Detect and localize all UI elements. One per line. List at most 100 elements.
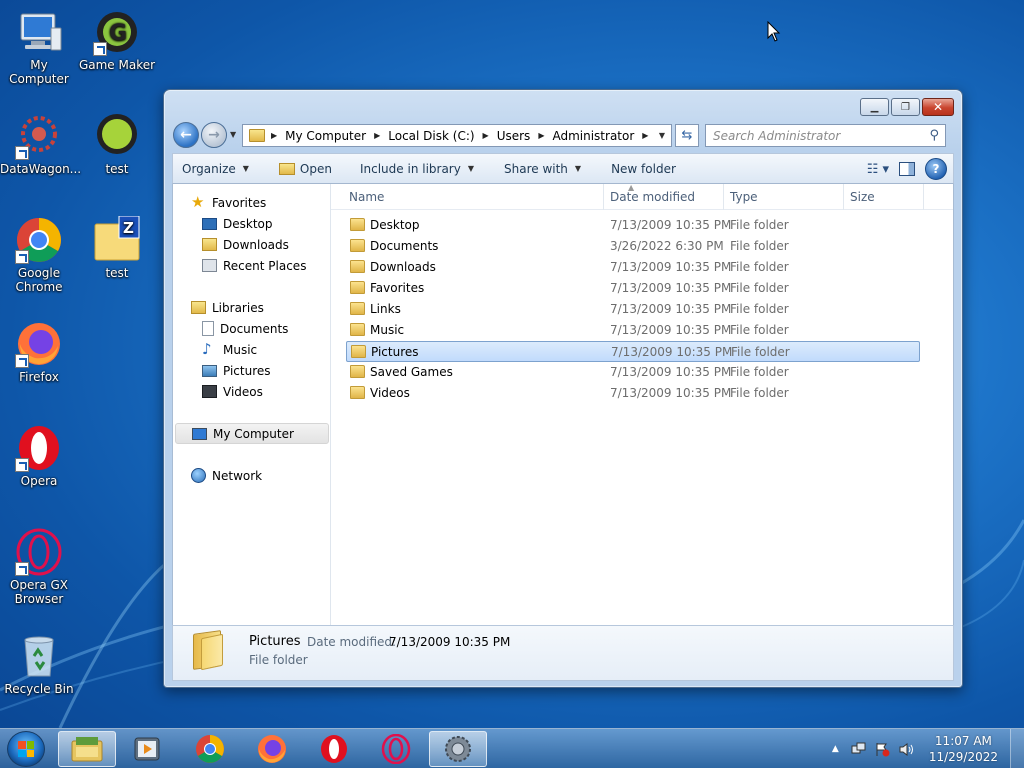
taskbar-media-player[interactable] <box>118 731 176 767</box>
network-icon[interactable] <box>851 742 866 757</box>
file-row[interactable]: Favorites 7/13/2009 10:35 PM File folder <box>346 278 920 299</box>
column-date-modified[interactable]: Date modified <box>610 190 695 204</box>
desktop-icon-game-maker[interactable]: G Game Maker <box>78 8 156 72</box>
breadcrumb-local-disk[interactable]: Local Disk (C:) <box>388 129 474 143</box>
desktop-icon-opera[interactable]: Opera <box>0 424 78 488</box>
desktop-icon-label: Firefox <box>19 370 59 384</box>
opera-gx-icon <box>15 528 63 576</box>
column-divider[interactable] <box>723 184 724 210</box>
desktop-icon-label: Recycle Bin <box>4 682 74 696</box>
new-folder-button[interactable]: New folder <box>611 162 676 176</box>
start-button[interactable] <box>7 731 45 767</box>
address-history-dropdown-icon[interactable]: ▼ <box>659 131 665 140</box>
column-type[interactable]: Type <box>730 190 758 204</box>
file-row[interactable]: Saved Games 7/13/2009 10:35 PM File folder <box>346 362 920 383</box>
nav-videos[interactable]: Videos <box>202 381 263 402</box>
desktop-icon-datawagon[interactable]: DataWagon... <box>0 112 82 176</box>
show-desktop-button[interactable] <box>1010 729 1024 768</box>
back-button[interactable]: ← <box>173 122 199 148</box>
volume-icon[interactable] <box>899 742 914 757</box>
shortcut-arrow-icon <box>15 458 29 472</box>
chevron-down-icon: ▼ <box>242 164 249 173</box>
action-center-flag-icon[interactable] <box>875 742 890 757</box>
nav-pictures[interactable]: Pictures <box>202 360 271 381</box>
breadcrumb-separator-icon[interactable]: ▶ <box>538 131 544 140</box>
taskbar-opera-gx[interactable] <box>367 731 425 767</box>
file-row[interactable]: Desktop 7/13/2009 10:35 PM File folder <box>346 215 920 236</box>
forward-button[interactable]: → <box>201 122 227 148</box>
file-row[interactable]: Pictures 7/13/2009 10:35 PM File folder <box>346 341 920 362</box>
file-type: File folder <box>730 260 789 274</box>
nav-network[interactable]: Network <box>191 465 262 486</box>
media-player-icon <box>134 737 160 761</box>
breadcrumb-users[interactable]: Users <box>497 129 531 143</box>
nav-documents[interactable]: Documents <box>202 318 288 339</box>
explorer-window[interactable]: ▁ ❐ ✕ ← → ▼ ▶ My Computer ▶ Local Disk (… <box>163 89 963 688</box>
nav-my-computer[interactable]: My Computer <box>175 423 329 444</box>
desktop-icon-label: DataWagon... <box>0 162 82 176</box>
search-icon[interactable]: ⚲ <box>929 128 939 143</box>
desktop-icon-test-zip[interactable]: Z test <box>78 215 156 280</box>
file-row[interactable]: Music 7/13/2009 10:35 PM File folder <box>346 320 920 341</box>
nav-recent-places[interactable]: Recent Places <box>202 255 306 276</box>
preview-pane-icon[interactable] <box>899 162 915 176</box>
navigation-bar: ← → ▼ ▶ My Computer ▶ Local Disk (C:) ▶ … <box>172 122 954 148</box>
taskbar-firefox[interactable] <box>243 731 301 767</box>
desktop-icon-test-gamemaker[interactable]: test <box>78 112 156 176</box>
show-hidden-icons-icon[interactable]: ▲ <box>832 744 839 754</box>
desktop-icon-google-chrome[interactable]: Google Chrome <box>0 216 78 294</box>
desktop-icon-opera-gx[interactable]: Opera GX Browser <box>0 528 78 606</box>
breadcrumb-administrator[interactable]: Administrator <box>552 129 634 143</box>
nav-favorites[interactable]: ★ Favorites <box>191 192 266 213</box>
nav-music[interactable]: ♪ Music <box>202 339 257 360</box>
file-row[interactable]: Links 7/13/2009 10:35 PM File folder <box>346 299 920 320</box>
recent-pages-dropdown[interactable]: ▼ <box>230 130 236 139</box>
nav-label: My Computer <box>213 426 294 441</box>
desktop-icon-recycle-bin[interactable]: Recycle Bin <box>0 632 78 696</box>
address-bar[interactable]: ▶ My Computer ▶ Local Disk (C:) ▶ Users … <box>242 124 672 147</box>
column-name[interactable]: Name <box>349 190 384 204</box>
clock-time: 11:07 AM <box>934 734 992 748</box>
clock[interactable]: 11:07 AM 11/29/2022 <box>929 733 998 765</box>
open-button[interactable]: Open <box>278 162 332 176</box>
file-row[interactable]: Videos 7/13/2009 10:35 PM File folder <box>346 383 920 404</box>
file-row[interactable]: Documents 3/26/2022 6:30 PM File folder <box>346 236 920 257</box>
file-name: Favorites <box>370 281 425 295</box>
organize-button[interactable]: Organize ▼ <box>182 162 249 176</box>
refresh-button[interactable]: ⇆ <box>675 124 699 147</box>
file-row[interactable]: Downloads 7/13/2009 10:35 PM File folder <box>346 257 920 278</box>
folder-icon <box>350 302 365 315</box>
close-button[interactable]: ✕ <box>922 98 954 116</box>
breadcrumb-separator-icon[interactable]: ▶ <box>374 131 380 140</box>
file-type: File folder <box>730 323 789 337</box>
change-view-icon[interactable]: ☷ ▾ <box>867 162 889 177</box>
taskbar-opera[interactable] <box>305 731 363 767</box>
nav-label: Music <box>223 342 258 357</box>
column-divider[interactable] <box>843 184 844 210</box>
maximize-button[interactable]: ❐ <box>891 98 920 116</box>
desktop-icon-my-computer[interactable]: My Computer <box>0 8 78 86</box>
breadcrumb-separator-icon[interactable]: ▶ <box>271 131 277 140</box>
file-date-modified: 7/13/2009 10:35 PM <box>610 365 732 379</box>
taskbar-explorer[interactable] <box>58 731 116 767</box>
taskbar-game-maker[interactable] <box>429 731 487 767</box>
breadcrumb-separator-icon[interactable]: ▶ <box>483 131 489 140</box>
nav-libraries[interactable]: Libraries <box>191 297 264 318</box>
navigation-pane: ★ Favorites Desktop Downloads Recent Plac… <box>173 184 331 626</box>
nav-desktop[interactable]: Desktop <box>202 213 273 234</box>
include-in-library-button[interactable]: Include in library ▼ <box>360 162 474 176</box>
window-controls: ▁ ❐ ✕ <box>860 98 954 116</box>
help-icon[interactable]: ? <box>925 158 947 180</box>
column-divider[interactable] <box>603 184 604 210</box>
taskbar-chrome[interactable] <box>181 731 239 767</box>
breadcrumb-my-computer[interactable]: My Computer <box>285 129 366 143</box>
breadcrumb-separator-icon[interactable]: ▶ <box>642 131 648 140</box>
column-size[interactable]: Size <box>850 190 875 204</box>
share-with-button[interactable]: Share with ▼ <box>504 162 581 176</box>
minimize-button[interactable]: ▁ <box>860 98 889 116</box>
nav-downloads[interactable]: Downloads <box>202 234 289 255</box>
desktop-icon-firefox[interactable]: Firefox <box>0 320 78 384</box>
column-divider[interactable] <box>923 184 924 210</box>
folder-icon <box>249 129 265 142</box>
search-input[interactable]: Search Administrator ⚲ <box>705 124 946 147</box>
